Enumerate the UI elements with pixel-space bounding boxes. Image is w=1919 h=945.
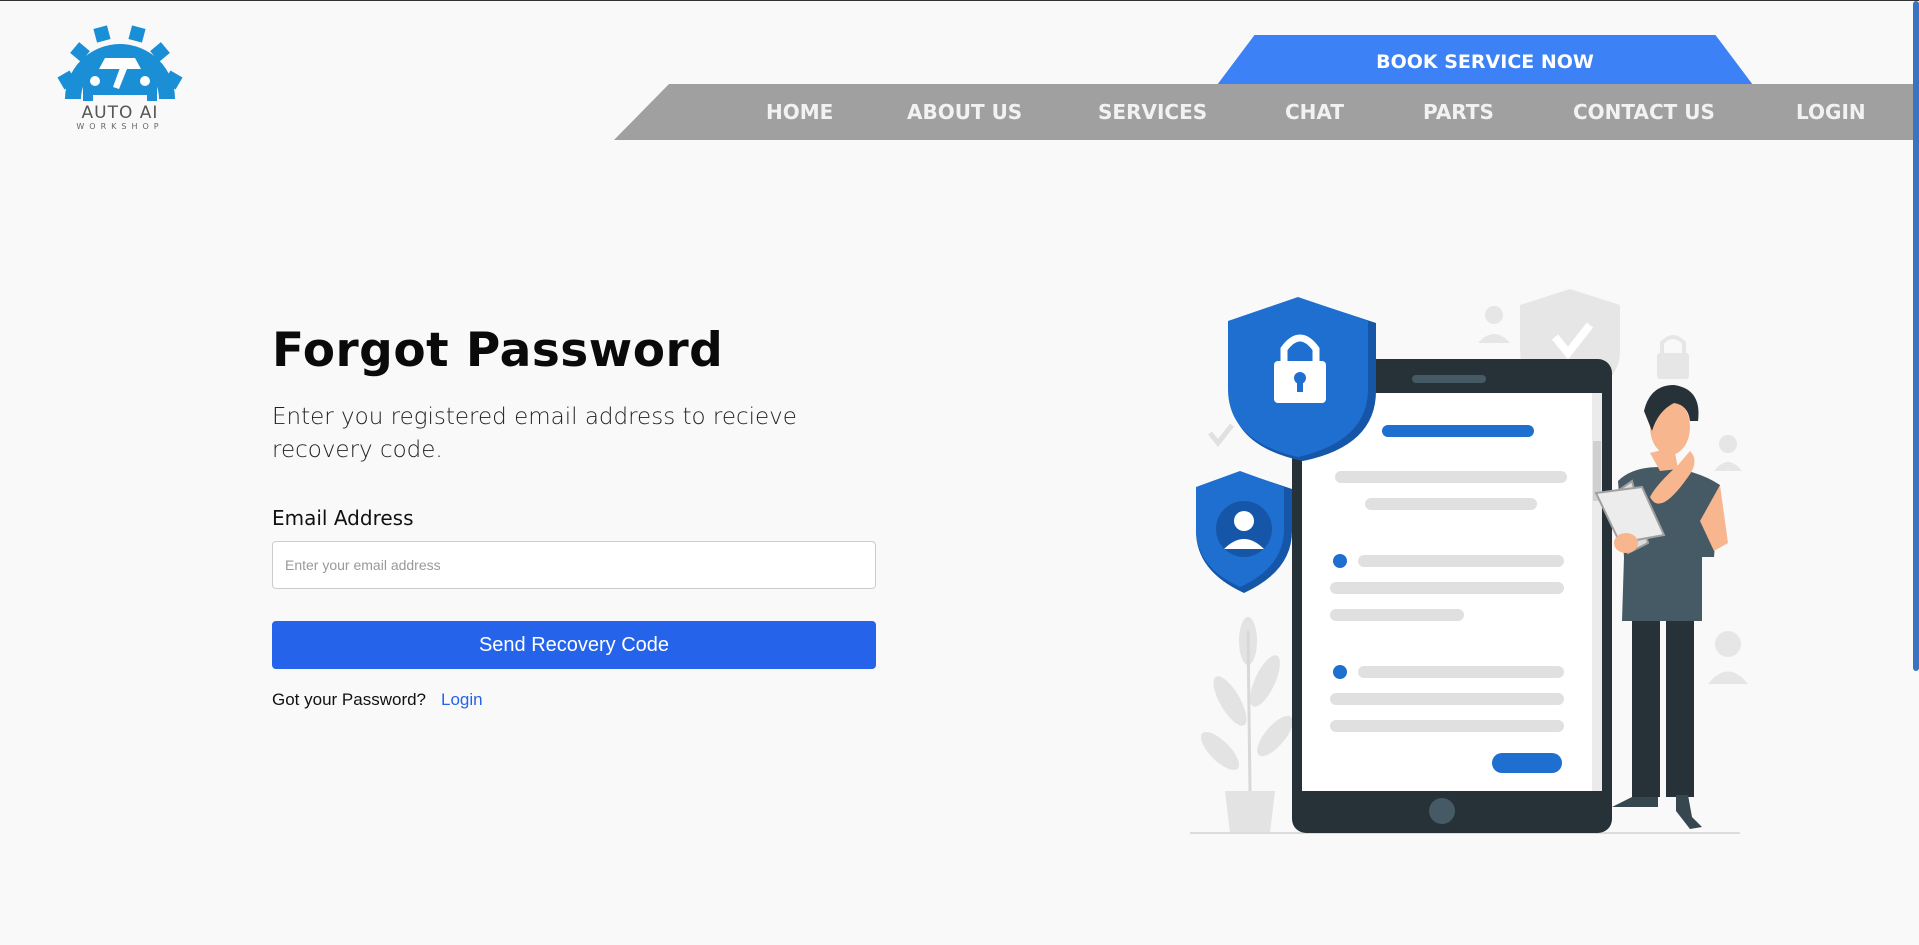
email-label: Email Address [272,506,414,530]
nav-contact-us[interactable]: CONTACT US [1573,84,1715,140]
security-illustration [1190,289,1748,834]
page-subtitle: Enter you registered email address to re… [272,404,797,463]
faint-lock-icon [1657,353,1689,379]
book-service-button[interactable]: BOOK SERVICE NOW [1217,35,1753,85]
nav-parts[interactable]: PARTS [1423,84,1494,140]
send-recovery-code-button[interactable]: Send Recovery Code [272,621,876,669]
page-scrollbar[interactable] [1913,1,1919,671]
login-link[interactable]: Login [441,690,483,710]
nav-services[interactable]: SERVICES [1098,84,1207,140]
nav-chat[interactable]: CHAT [1285,84,1344,140]
person-figure [1594,385,1728,829]
logo-title: AUTO AI [81,103,159,123]
site-logo[interactable]: AUTO AI WORKSHOP [55,21,185,136]
logo-subtitle: WORKSHOP [76,122,164,131]
nav-login[interactable]: LOGIN [1796,84,1866,140]
main-nav: HOME ABOUT US SERVICES CHAT PARTS CONTAC… [614,84,1919,140]
got-password-text: Got your Password? [272,690,427,709]
nav-about-us[interactable]: ABOUT US [907,84,1022,140]
page-title: Forgot Password [272,323,724,378]
nav-home[interactable]: HOME [766,84,833,140]
faint-user-icon [1485,306,1503,324]
gear-car-icon [57,25,183,101]
email-input[interactable] [272,541,876,589]
user-icon [1234,511,1254,531]
